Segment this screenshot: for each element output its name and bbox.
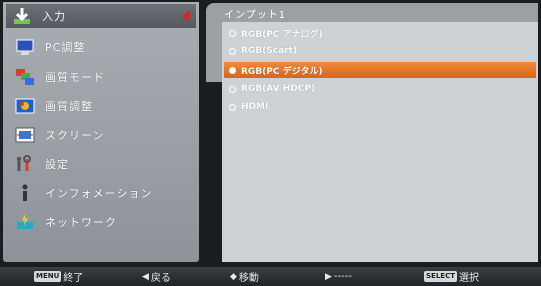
menu-item-network[interactable]: ネットワーク xyxy=(9,210,195,234)
settings-tools-icon xyxy=(15,154,35,174)
option-label: RGB(PC デジタル) xyxy=(241,66,323,77)
option-label: RGB(AV HDCP) xyxy=(241,84,316,94)
projector-osd: 入力 PC調整 画質モード 画質調整 スクリーン 設定 インフォメーション ネッ… xyxy=(0,0,541,286)
radio-icon xyxy=(229,85,236,93)
dpad-icon: ◆ xyxy=(230,271,237,282)
menu-label-screen: スクリーン xyxy=(45,129,105,142)
menu-label-information: インフォメーション xyxy=(45,187,153,200)
input-icon xyxy=(12,6,32,26)
option-rgb-av-hdcp[interactable]: RGB(AV HDCP) xyxy=(224,81,536,97)
option-rgb-scart[interactable]: RGB(Scart) xyxy=(224,43,536,59)
hint-move-label: 移動 xyxy=(238,273,259,284)
selection-arrow-icon xyxy=(182,10,190,22)
radio-selected-icon xyxy=(229,66,236,74)
menu-label-pc-adjust: PC調整 xyxy=(45,41,86,54)
option-hdmi[interactable]: HDMI xyxy=(224,99,536,115)
status-bar: MENU 終了 ◀ 戻る ◆ 移動 ▶ ----- SELECT 選択 xyxy=(0,267,541,286)
pc-monitor-icon xyxy=(15,37,35,57)
menu-item-input[interactable]: 入力 xyxy=(6,4,196,28)
option-label: RGB(PC アナログ) xyxy=(241,29,323,40)
menu-label-picture-mode: 画質モード xyxy=(45,71,105,84)
menu-item-information[interactable]: インフォメーション xyxy=(9,181,195,205)
hint-move: ◆ 移動 xyxy=(230,270,259,285)
hint-next-label: ----- xyxy=(333,271,352,282)
image-mode-icon xyxy=(15,67,35,87)
option-label: RGB(Scart) xyxy=(241,46,298,56)
radio-icon xyxy=(229,47,236,55)
radio-icon xyxy=(229,29,236,37)
menu-item-picture-adjust[interactable]: 画質調整 xyxy=(9,94,195,118)
hint-exit: MENU 終了 xyxy=(34,270,84,284)
right-arrow-icon: ▶ xyxy=(325,271,332,282)
menu-key-icon: MENU xyxy=(34,271,62,282)
menu-label-picture-adjust: 画質調整 xyxy=(45,100,93,113)
submenu-panel: RGB(PC アナログ) RGB(Scart) RGB(PC デジタル) RGB… xyxy=(222,22,538,262)
menu-label-input: 入力 xyxy=(42,10,66,23)
screen-icon xyxy=(15,125,35,145)
submenu-tab-connector xyxy=(206,22,222,82)
option-rgb-pc-analog[interactable]: RGB(PC アナログ) xyxy=(224,25,536,41)
menu-item-pc-adjust[interactable]: PC調整 xyxy=(9,35,195,59)
menu-item-settings[interactable]: 設定 xyxy=(9,152,195,176)
menu-label-network: ネットワーク xyxy=(45,216,117,229)
menu-label-settings: 設定 xyxy=(45,158,69,171)
radio-icon xyxy=(229,103,236,111)
picture-adjust-icon xyxy=(15,96,35,116)
hint-exit-label: 終了 xyxy=(63,273,84,284)
submenu-title-bar: インプット1 xyxy=(206,3,538,22)
option-rgb-pc-digital[interactable]: RGB(PC デジタル) xyxy=(224,62,536,78)
submenu-title: インプット1 xyxy=(224,10,287,21)
information-icon xyxy=(15,183,35,203)
hint-next: ▶ ----- xyxy=(325,270,352,283)
hint-back: ◀ 戻る xyxy=(142,270,171,285)
hint-select-label: 選択 xyxy=(458,273,479,284)
menu-item-picture-mode[interactable]: 画質モード xyxy=(9,65,195,89)
main-menu: 入力 PC調整 画質モード 画質調整 スクリーン 設定 インフォメーション ネッ… xyxy=(3,2,199,262)
select-key-icon: SELECT xyxy=(424,271,457,282)
option-label: HDMI xyxy=(241,102,269,112)
hint-select: SELECT 選択 xyxy=(424,270,479,284)
menu-item-screen[interactable]: スクリーン xyxy=(9,123,195,147)
network-icon xyxy=(15,212,35,232)
hint-back-label: 戻る xyxy=(150,273,171,284)
left-arrow-icon: ◀ xyxy=(142,271,149,282)
